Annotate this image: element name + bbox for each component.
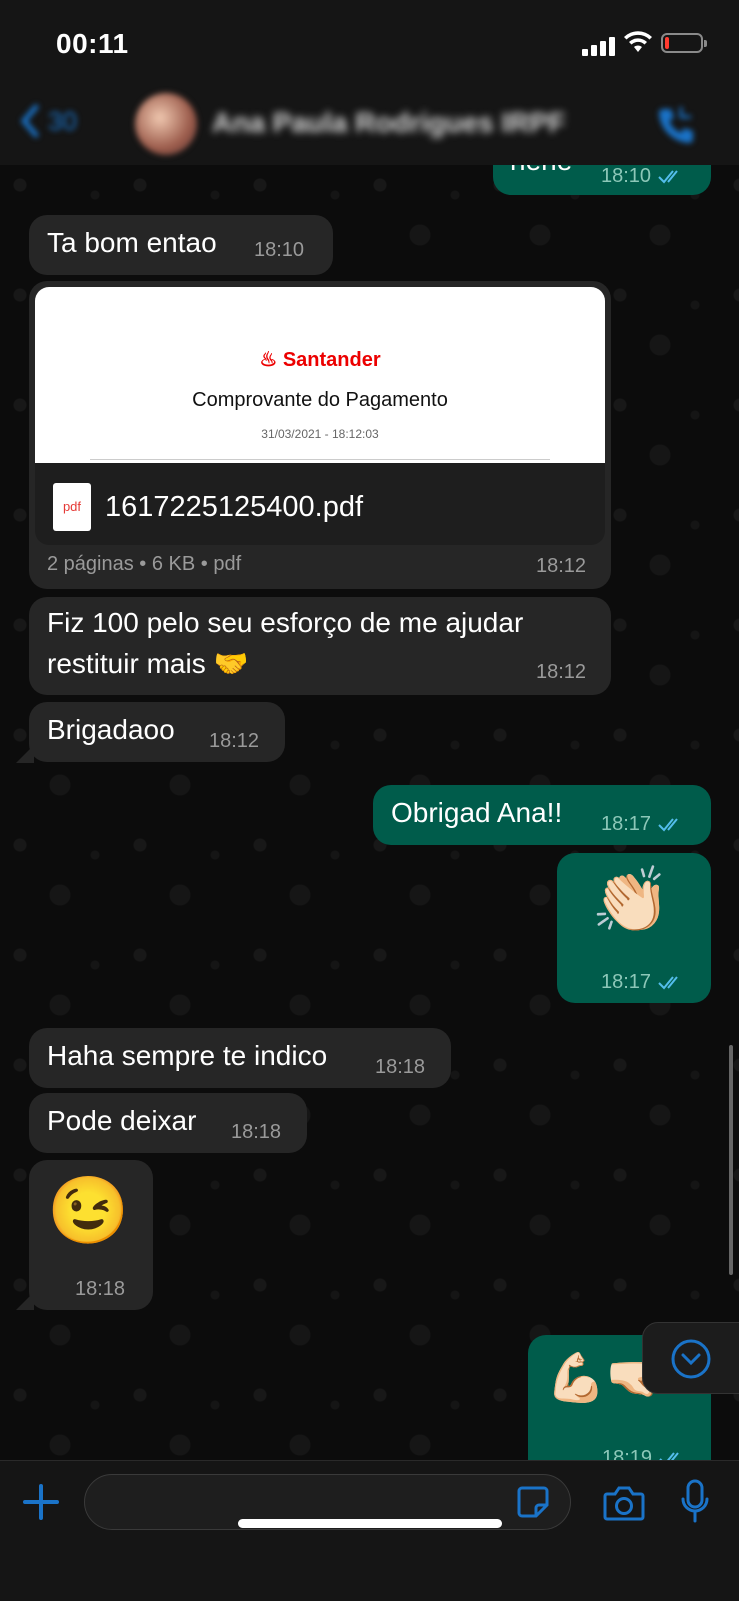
avatar[interactable] xyxy=(135,93,197,155)
message-time: 18:17 xyxy=(601,813,652,835)
home-indicator xyxy=(238,1519,502,1528)
emoji-message-outgoing[interactable]: 👏🏻 18:17 xyxy=(557,853,711,1003)
scroll-to-bottom-button[interactable] xyxy=(642,1322,739,1394)
cellular-signal-icon xyxy=(582,34,616,56)
microphone-icon[interactable] xyxy=(680,1479,710,1525)
contact-name[interactable]: Ana Paula Rodrigues IRPF xyxy=(212,107,565,139)
clapping-hands-emoji: 👏🏻 xyxy=(591,864,671,936)
santander-logo: ♨ Santander xyxy=(35,347,605,372)
status-time: 00:11 xyxy=(56,28,129,59)
message-text: Brigadaoo xyxy=(47,714,175,745)
sticker-icon[interactable] xyxy=(516,1485,550,1519)
message-time: 18:12 xyxy=(536,661,587,683)
back-button[interactable]: 30 xyxy=(18,103,77,139)
message-bubble-incoming[interactable]: Haha sempre te indico 18:18 xyxy=(29,1028,451,1088)
read-receipt-icon xyxy=(658,818,678,832)
document-preview[interactable]: ♨ Santander Comprovante do Pagamento 31/… xyxy=(35,287,605,463)
read-receipt-icon xyxy=(659,1452,679,1460)
message-text: Pode deixar xyxy=(47,1105,197,1136)
chevron-down-circle-icon xyxy=(671,1339,711,1379)
scrollbar[interactable] xyxy=(729,1045,733,1275)
preview-title: Comprovante do Pagamento xyxy=(192,389,448,411)
message-time: 18:18 xyxy=(75,1278,126,1300)
message-time: 18:18 xyxy=(231,1121,282,1143)
message-text: Haha sempre te indico xyxy=(47,1040,328,1071)
unread-count: 30 xyxy=(48,105,77,136)
message-bubble-incoming[interactable]: Brigadaoo 18:12 xyxy=(29,702,285,762)
preview-divider xyxy=(90,459,550,460)
wifi-icon xyxy=(624,31,652,52)
message-time: 18:19 xyxy=(602,1447,653,1460)
message-time: 18:12 xyxy=(209,730,260,752)
winking-face-emoji: 😉 xyxy=(47,1173,130,1247)
chat-header: 30 Ana Paula Rodrigues IRPF xyxy=(0,85,739,166)
camera-icon[interactable] xyxy=(603,1485,645,1521)
battery-level xyxy=(665,37,669,49)
document-message[interactable]: ♨ Santander Comprovante do Pagamento 31/… xyxy=(29,281,611,589)
phone-call-icon[interactable] xyxy=(655,103,699,147)
message-text-line: restituir mais 🤝 xyxy=(47,648,249,679)
message-bubble-incoming[interactable]: Fiz 100 pelo seu esforço de me ajudar re… xyxy=(29,597,611,695)
message-composer xyxy=(0,1460,739,1601)
message-bubble-outgoing[interactable]: Obrigad Ana!! 18:17 xyxy=(373,785,711,845)
plus-icon[interactable] xyxy=(22,1483,60,1521)
message-text: hehe xyxy=(510,165,572,177)
brand-name: Santander xyxy=(282,349,381,371)
file-type-label: pdf xyxy=(62,499,82,514)
message-time: 18:10 xyxy=(254,239,305,261)
message-bubble-incoming[interactable]: Pode deixar 18:18 xyxy=(29,1093,307,1153)
read-receipt-icon xyxy=(658,976,678,990)
message-bubble-incoming[interactable]: Ta bom entao 18:10 xyxy=(29,215,333,275)
flame-icon: ♨ xyxy=(259,349,278,371)
message-time: 18:12 xyxy=(536,555,587,577)
message-bubble-outgoing[interactable]: hehe 18:10 xyxy=(493,165,711,195)
file-meta: 2 páginas • 6 KB • pdf xyxy=(47,553,242,575)
message-text: Obrigad Ana!! xyxy=(391,797,563,828)
message-text: Ta bom entao xyxy=(47,227,217,258)
message-list[interactable]: hehe 18:10 Ta bom entao 18:10 ♨ Santande… xyxy=(0,165,739,1460)
file-name[interactable]: 1617225125400.pdf xyxy=(105,491,363,524)
bubble-tail xyxy=(16,745,34,763)
battery-icon xyxy=(661,33,707,53)
read-receipt-icon xyxy=(658,170,678,184)
chevron-left-icon xyxy=(20,104,39,138)
preview-date: 31/03/2021 - 18:12:03 xyxy=(261,427,379,441)
status-bar: 00:11 xyxy=(0,0,739,85)
message-time: 18:18 xyxy=(375,1056,426,1078)
message-time: 18:17 xyxy=(601,971,652,993)
pdf-file-icon: pdf xyxy=(53,483,91,531)
message-text-line: Fiz 100 pelo seu esforço de me ajudar xyxy=(47,607,524,638)
message-time: 18:10 xyxy=(601,165,652,187)
emoji-message-incoming[interactable]: 😉 18:18 xyxy=(29,1160,153,1310)
document-card[interactable]: ♨ Santander Comprovante do Pagamento 31/… xyxy=(35,287,605,545)
